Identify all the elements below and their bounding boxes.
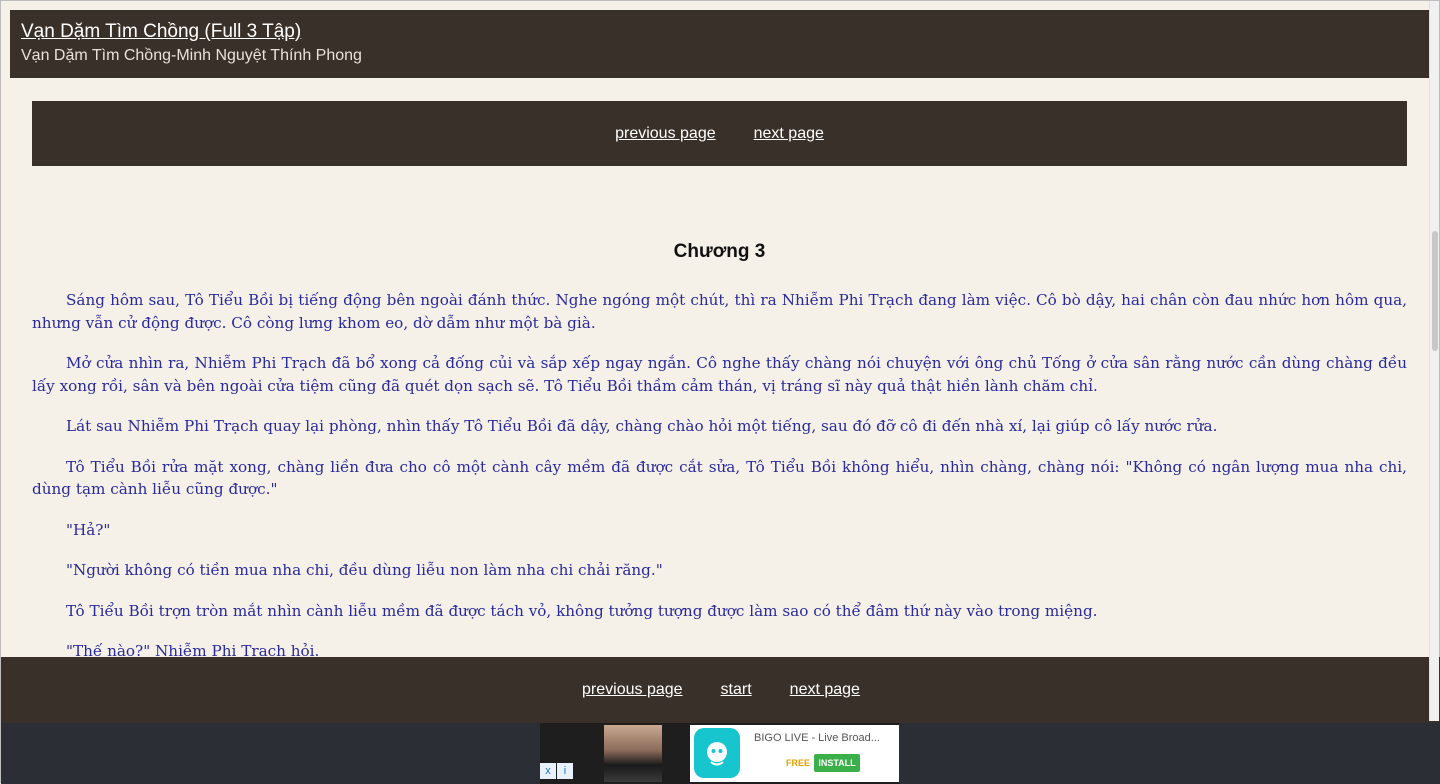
ad-app-name: BIGO LIVE - Live Broad... bbox=[754, 732, 880, 744]
start-link[interactable]: start bbox=[721, 681, 752, 699]
chapter-paragraph: Sáng hôm sau, Tô Tiểu Bồi bị tiếng động … bbox=[32, 291, 1407, 332]
ad-close-icon[interactable]: x bbox=[540, 763, 556, 779]
site-header: Vạn Dặm Tìm Chồng (Full 3 Tập) Vạn Dặm T… bbox=[10, 10, 1429, 78]
bigo-mascot-icon bbox=[707, 742, 727, 766]
chapter-paragraph: Tô Tiểu Bồi trợn tròn mắt nhìn cành liễu… bbox=[66, 601, 1098, 620]
previous-page-link[interactable]: previous page bbox=[615, 125, 716, 143]
chapter-paragraph: "Hả?" bbox=[66, 520, 111, 539]
book-title-link[interactable]: Vạn Dặm Tìm Chồng (Full 3 Tập) bbox=[21, 20, 301, 44]
book-subtitle: Vạn Dặm Tìm Chồng-Minh Nguyệt Thính Phon… bbox=[21, 47, 362, 64]
bottom-previous-page-link[interactable]: previous page bbox=[582, 681, 683, 699]
bottom-next-page-link[interactable]: next page bbox=[790, 681, 860, 699]
chapter-title: Chương 3 bbox=[673, 241, 766, 262]
chapter-paragraph: "Thế nào?" Nhiễm Phi Trạch hỏi. bbox=[66, 642, 320, 657]
ad-banner[interactable]: x i BIGO LIVE - Live Broad... FREE INSTA… bbox=[540, 723, 899, 784]
ad-free-label: FREE bbox=[786, 758, 811, 768]
bottom-page-navigation: previous page start next page bbox=[1, 657, 1440, 723]
next-page-link[interactable]: next page bbox=[754, 125, 824, 143]
ad-banner-bar: x i BIGO LIVE - Live Broad... FREE INSTA… bbox=[1, 723, 1440, 784]
ad-choices[interactable]: x i bbox=[540, 763, 573, 779]
vertical-scrollbar[interactable] bbox=[1429, 1, 1439, 721]
ad-app-card[interactable]: BIGO LIVE - Live Broad... FREE INSTALL bbox=[690, 725, 899, 782]
chapter-paragraph: Mở cửa nhìn ra, Nhiễm Phi Trạch đã bổ xo… bbox=[32, 354, 1407, 395]
top-page-navigation: previous page next page bbox=[32, 101, 1407, 166]
scrollbar-thumb[interactable] bbox=[1432, 231, 1438, 351]
chapter-paragraph: Lát sau Nhiễm Phi Trạch quay lại phòng, … bbox=[66, 417, 1218, 435]
chapter-paragraph: Tô Tiểu Bồi rửa mặt xong, chàng liền đưa… bbox=[32, 457, 1407, 499]
browser-viewport: Vạn Dặm Tìm Chồng (Full 3 Tập) Vạn Dặm T… bbox=[0, 0, 1440, 784]
ad-info-icon[interactable]: i bbox=[557, 763, 573, 779]
ad-photo[interactable] bbox=[604, 725, 662, 782]
bigo-logo-icon bbox=[694, 728, 740, 778]
chapter-content: Chương 3 Sáng hôm sau, Tô Tiểu Bồi bị ti… bbox=[32, 227, 1407, 657]
ad-install-button[interactable]: INSTALL bbox=[814, 754, 860, 772]
chapter-paragraph: "Người không có tiền mua nha chi, đều dù… bbox=[66, 561, 663, 579]
